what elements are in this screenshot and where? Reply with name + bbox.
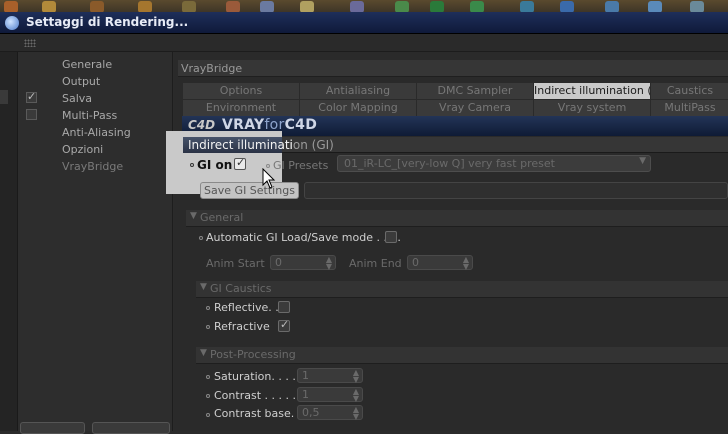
save-gi-settings-button[interactable]: Save GI Settings bbox=[200, 182, 299, 199]
saturation-stepper[interactable]: 1 ▲ ▼ bbox=[297, 368, 363, 384]
anim-end-value: 0 bbox=[412, 256, 419, 269]
refractive-checkbox[interactable] bbox=[278, 318, 290, 332]
nav-label: Salva bbox=[62, 92, 93, 105]
saturation-label: Saturation. . . . . bbox=[214, 370, 303, 383]
salva-checkbox[interactable] bbox=[26, 90, 37, 103]
nav-item-multi-pass[interactable]: Multi-Pass bbox=[18, 107, 173, 124]
auto-gi-mode-checkbox[interactable] bbox=[385, 231, 397, 243]
contrast-label: Contrast . . . . . . bbox=[214, 389, 303, 402]
nav-label: VrayBridge bbox=[62, 160, 124, 173]
mouse-cursor-icon bbox=[262, 168, 276, 189]
tab-vray-camera[interactable]: Vray Camera bbox=[416, 99, 534, 116]
contrast-base-value: 0,5 bbox=[302, 406, 320, 419]
tab-multipass[interactable]: MultiPass bbox=[650, 99, 728, 116]
contrast-value: 1 bbox=[302, 388, 309, 401]
auto-gi-mode-label: Automatic GI Load/Save mode . . . . bbox=[206, 231, 401, 244]
group-title: General bbox=[200, 211, 244, 224]
collapse-arrow-icon: ▼ bbox=[200, 348, 207, 358]
grip-icon[interactable] bbox=[24, 39, 36, 47]
tab-antialiasing[interactable]: Antialiasing bbox=[299, 82, 417, 99]
tab-options[interactable]: Options bbox=[182, 82, 300, 99]
app-icon bbox=[5, 16, 19, 30]
group-title: Post-Processing bbox=[210, 348, 296, 361]
highlighted-section-title: Indirect illuminati bbox=[188, 138, 293, 152]
auto-mode-bullet-icon bbox=[199, 236, 203, 240]
gi-on-checkbox[interactable] bbox=[234, 156, 246, 170]
collapse-arrow-icon: ▼ bbox=[190, 211, 197, 221]
settings-nav: Generale Output Salva Multi-Pass Anti-Al… bbox=[18, 52, 173, 431]
tab-dmc-sampler[interactable]: DMC Sampler bbox=[416, 82, 534, 99]
tab-environment[interactable]: Environment bbox=[182, 99, 300, 116]
anim-start-stepper[interactable]: 0 ▲ ▼ bbox=[270, 255, 336, 271]
anim-start-value: 0 bbox=[275, 256, 282, 269]
gi-on-bullet-icon bbox=[190, 163, 194, 167]
refractive-bullet-icon bbox=[206, 325, 210, 329]
nav-item-anti-aliasing[interactable]: Anti-Aliasing bbox=[18, 124, 173, 141]
tab-vray-system[interactable]: Vray system bbox=[533, 99, 651, 116]
nav-label: Anti-Aliasing bbox=[62, 126, 131, 139]
contrast-base-bullet-icon bbox=[206, 413, 210, 417]
menu-grip-bar bbox=[0, 34, 728, 52]
bottom-left-button[interactable] bbox=[20, 422, 85, 434]
nav-label: Multi-Pass bbox=[62, 109, 118, 122]
contrast-base-stepper[interactable]: 0,5 ▲ ▼ bbox=[297, 405, 363, 421]
contrast-stepper[interactable]: 1 ▲ ▼ bbox=[297, 387, 363, 403]
nav-label: Opzioni bbox=[62, 143, 104, 156]
anim-start-label: Anim Start bbox=[206, 257, 265, 270]
anim-end-label: Anim End bbox=[349, 257, 402, 270]
collapse-arrow-icon: ▼ bbox=[200, 282, 207, 292]
left-edge-strip bbox=[0, 52, 18, 431]
edge-marker bbox=[0, 90, 8, 104]
bottom-right-button[interactable] bbox=[92, 422, 170, 434]
window-titlebar[interactable]: Settaggi di Rendering... bbox=[0, 12, 728, 34]
saturation-value: 1 bbox=[302, 369, 309, 382]
refractive-label: Refractive bbox=[214, 320, 270, 333]
group-title: GI Caustics bbox=[210, 282, 272, 295]
multi-pass-checkbox[interactable] bbox=[26, 109, 37, 120]
stepper-arrows-icon: ▲ ▼ bbox=[352, 387, 359, 403]
reflective-checkbox[interactable] bbox=[278, 301, 290, 313]
saturation-bullet-icon bbox=[206, 375, 210, 379]
window-title: Settaggi di Rendering... bbox=[26, 15, 189, 29]
nav-item-output[interactable]: Output bbox=[18, 73, 173, 90]
save-gi-path-field[interactable] bbox=[304, 182, 728, 199]
stepper-arrows-icon: ▲ ▼ bbox=[352, 405, 359, 421]
stepper-arrows-icon: ▲ ▼ bbox=[462, 255, 469, 271]
stepper-arrows-icon: ▲ ▼ bbox=[352, 368, 359, 384]
gi-presets-label: GI Presets bbox=[273, 159, 329, 172]
post-processing-group-header[interactable]: ▼ Post-Processing bbox=[196, 347, 728, 364]
general-group-header[interactable]: ▼ General bbox=[186, 210, 728, 227]
reflective-label: Reflective. . bbox=[214, 301, 279, 314]
contrast-bullet-icon bbox=[206, 394, 210, 398]
nav-item-vraybridge[interactable]: VrayBridge bbox=[18, 158, 173, 175]
nav-label: Output bbox=[62, 75, 101, 88]
panel-header: VrayBridge bbox=[178, 60, 728, 77]
gi-caustics-group-header[interactable]: ▼ GI Caustics bbox=[196, 281, 728, 298]
nav-item-salva[interactable]: Salva bbox=[18, 90, 173, 107]
gi-on-label: GI on bbox=[197, 158, 233, 172]
tab-caustics[interactable]: Caustics bbox=[650, 82, 728, 99]
stepper-arrows-icon: ▲ ▼ bbox=[325, 255, 332, 271]
dropdown-arrow-icon: ▼ bbox=[639, 156, 646, 166]
gi-presets-dropdown[interactable]: 01_iR-LC_[very-low Q] very fast preset ▼ bbox=[337, 155, 651, 172]
nav-label: Generale bbox=[62, 58, 113, 71]
nav-item-opzioni[interactable]: Opzioni bbox=[18, 141, 173, 158]
nav-item-generale[interactable]: Generale bbox=[18, 56, 173, 73]
anim-end-stepper[interactable]: 0 ▲ ▼ bbox=[407, 255, 473, 271]
tab-color-mapping[interactable]: Color Mapping bbox=[299, 99, 417, 116]
contrast-base-label: Contrast base. . . bbox=[214, 407, 309, 420]
reflective-bullet-icon bbox=[206, 306, 210, 310]
panel-header-title: VrayBridge bbox=[181, 62, 243, 75]
gi-presets-value: 01_iR-LC_[very-low Q] very fast preset bbox=[344, 157, 555, 170]
tab-indirect-illumination[interactable]: Indirect illumination (GI) bbox=[533, 82, 651, 99]
